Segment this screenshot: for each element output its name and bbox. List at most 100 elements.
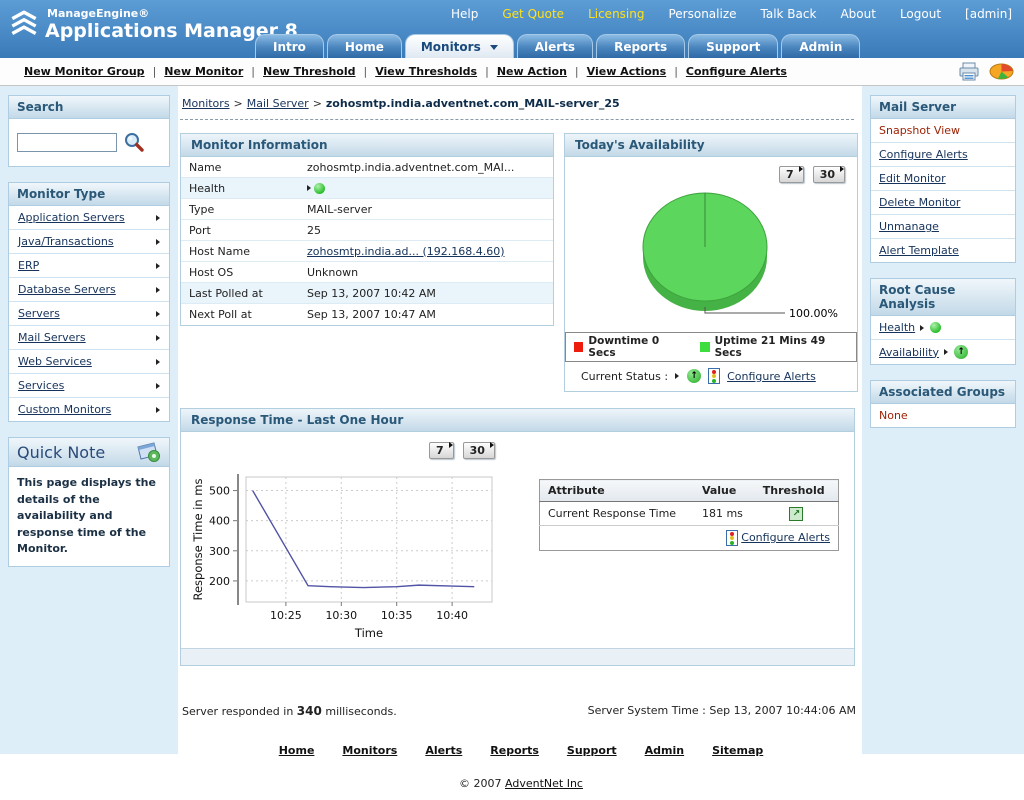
attribute-name: Current Response Time — [540, 502, 694, 526]
status-up-icon[interactable]: ↑ — [687, 369, 701, 383]
footer-link-admin[interactable]: Admin — [645, 744, 684, 757]
top-link-logout[interactable]: Logout — [900, 7, 941, 21]
toolbar-configure-alerts[interactable]: Configure Alerts — [686, 65, 787, 78]
toolbar-view-actions[interactable]: View Actions — [587, 65, 686, 78]
top-link-get-quote[interactable]: Get Quote — [502, 7, 564, 21]
svg-text:100.00%: 100.00% — [789, 307, 838, 320]
action-toolbar: New Monitor Group New Monitor New Thresh… — [0, 58, 1024, 86]
downtime-legend-swatch — [574, 342, 583, 352]
chevron-down-icon[interactable] — [490, 45, 498, 50]
status-arrow-icon — [920, 325, 924, 331]
mail-server-title: Mail Server — [871, 96, 1015, 119]
availability-title: Today's Availability — [565, 134, 857, 157]
svg-text:500: 500 — [209, 485, 230, 498]
snapshot-view-item[interactable]: Snapshot View — [879, 124, 960, 137]
right-sidebar: Mail Server Snapshot View Configure Aler… — [862, 86, 1024, 754]
quick-note-box: Quick Note This page displays the detail… — [8, 437, 170, 567]
top-nav: Help Get Quote Licensing Personalize Tal… — [451, 7, 1012, 21]
root-cause-health-row: Health — [871, 316, 1015, 340]
monitor-type-custom-monitors[interactable]: Custom Monitors — [9, 398, 169, 421]
root-cause-health-link[interactable]: Health — [879, 321, 915, 334]
pie-chart-icon[interactable] — [989, 63, 1014, 80]
toolbar-new-monitor[interactable]: New Monitor — [164, 65, 263, 78]
traffic-light-icon[interactable] — [726, 530, 738, 546]
health-status-green-icon[interactable] — [314, 183, 325, 194]
monitor-type-application-servers[interactable]: Application Servers — [9, 206, 169, 230]
monitor-type-servers[interactable]: Servers — [9, 302, 169, 326]
alert-template-item[interactable]: Alert Template — [879, 244, 959, 257]
submenu-arrow-icon — [156, 359, 160, 365]
edit-monitor-item[interactable]: Edit Monitor — [879, 172, 946, 185]
printer-icon[interactable] — [958, 62, 980, 81]
status-up-icon[interactable]: ↑ — [954, 345, 968, 359]
monitor-type-mail-servers[interactable]: Mail Servers — [9, 326, 169, 350]
breadcrumb-mail-server[interactable]: Mail Server — [247, 97, 309, 110]
svg-text:Time: Time — [354, 626, 383, 640]
info-row-host-os: Host OS Unknown — [181, 262, 553, 283]
associated-groups-box: Associated Groups None — [870, 380, 1016, 428]
toolbar-new-action[interactable]: New Action — [497, 65, 587, 78]
delete-monitor-item[interactable]: Delete Monitor — [879, 196, 960, 209]
toolbar-new-monitor-group[interactable]: New Monitor Group — [24, 65, 164, 78]
col-threshold: Threshold — [755, 480, 839, 502]
root-cause-availability-link[interactable]: Availability — [879, 346, 939, 359]
tab-reports[interactable]: Reports — [596, 34, 685, 58]
tab-alerts[interactable]: Alerts — [517, 34, 593, 58]
threshold-edit-icon[interactable]: ↗ — [789, 507, 803, 521]
health-status-green-icon[interactable] — [930, 322, 941, 333]
footer-link-reports[interactable]: Reports — [490, 744, 539, 757]
availability-configure-alerts-link[interactable]: Configure Alerts — [727, 370, 816, 383]
top-link-licensing[interactable]: Licensing — [588, 7, 644, 21]
monitor-information-panel: Monitor Information Name zohosmtp.india.… — [180, 133, 554, 326]
info-row-port: Port 25 — [181, 220, 553, 241]
breadcrumb-monitors[interactable]: Monitors — [182, 97, 230, 110]
status-arrow-icon — [944, 349, 948, 355]
associated-groups-value: None — [879, 409, 908, 422]
host-name-link[interactable]: zohosmtp.india.ad... (192.168.4.60) — [307, 245, 505, 258]
search-icon[interactable] — [123, 131, 146, 154]
response-configure-alerts-link[interactable]: Configure Alerts — [741, 531, 830, 544]
top-link-talk-back[interactable]: Talk Back — [761, 7, 817, 21]
tab-monitors[interactable]: Monitors — [405, 34, 514, 58]
monitor-type-web-services[interactable]: Web Services — [9, 350, 169, 374]
monitor-type-erp[interactable]: ERP — [9, 254, 169, 278]
adventnet-link[interactable]: AdventNet Inc — [505, 777, 583, 790]
traffic-light-icon[interactable] — [708, 368, 720, 384]
server-response-ms: 340 — [297, 704, 322, 718]
monitor-type-java-transactions[interactable]: Java/Transactions — [9, 230, 169, 254]
footer-link-sitemap[interactable]: Sitemap — [712, 744, 763, 757]
svg-text:10:25: 10:25 — [270, 609, 302, 622]
footer-link-monitors[interactable]: Monitors — [342, 744, 397, 757]
toolbar-new-threshold[interactable]: New Threshold — [263, 65, 375, 78]
quick-note-title: Quick Note — [17, 443, 105, 462]
availability-30day-button[interactable]: 30 — [813, 166, 845, 183]
attribute-value: 181 ms — [694, 502, 755, 526]
top-link-personalize[interactable]: Personalize — [668, 7, 736, 21]
monitor-type-services[interactable]: Services — [9, 374, 169, 398]
search-input[interactable] — [17, 133, 117, 152]
response-7day-button[interactable]: 7 — [429, 442, 454, 459]
footer-link-support[interactable]: Support — [567, 744, 617, 757]
footer-link-home[interactable]: Home — [279, 744, 315, 757]
button-arrow-icon — [490, 442, 494, 448]
tab-home[interactable]: Home — [327, 34, 402, 58]
svg-text:10:30: 10:30 — [325, 609, 357, 622]
configure-alerts-item[interactable]: Configure Alerts — [879, 148, 968, 161]
toolbar-view-thresholds[interactable]: View Thresholds — [375, 65, 497, 78]
top-link-about[interactable]: About — [840, 7, 875, 21]
tab-intro[interactable]: Intro — [255, 34, 324, 58]
info-row-next-poll: Next Poll at Sep 13, 2007 10:47 AM — [181, 304, 553, 325]
submenu-arrow-icon — [156, 263, 160, 269]
tab-support[interactable]: Support — [688, 34, 778, 58]
footer-link-alerts[interactable]: Alerts — [425, 744, 462, 757]
main-tabs: Intro Home Monitors Alerts Reports Suppo… — [255, 34, 863, 58]
tab-admin[interactable]: Admin — [781, 34, 860, 58]
button-arrow-icon — [449, 442, 453, 448]
unmanage-item[interactable]: Unmanage — [879, 220, 939, 233]
page-content: Search Monitor Type Application Servers … — [0, 86, 1024, 790]
response-30day-button[interactable]: 30 — [463, 442, 495, 459]
top-link-help[interactable]: Help — [451, 7, 478, 21]
monitor-type-database-servers[interactable]: Database Servers — [9, 278, 169, 302]
breadcrumb: Monitors>Mail Server>zohosmtp.india.adve… — [180, 95, 854, 120]
availability-7day-button[interactable]: 7 — [779, 166, 804, 183]
